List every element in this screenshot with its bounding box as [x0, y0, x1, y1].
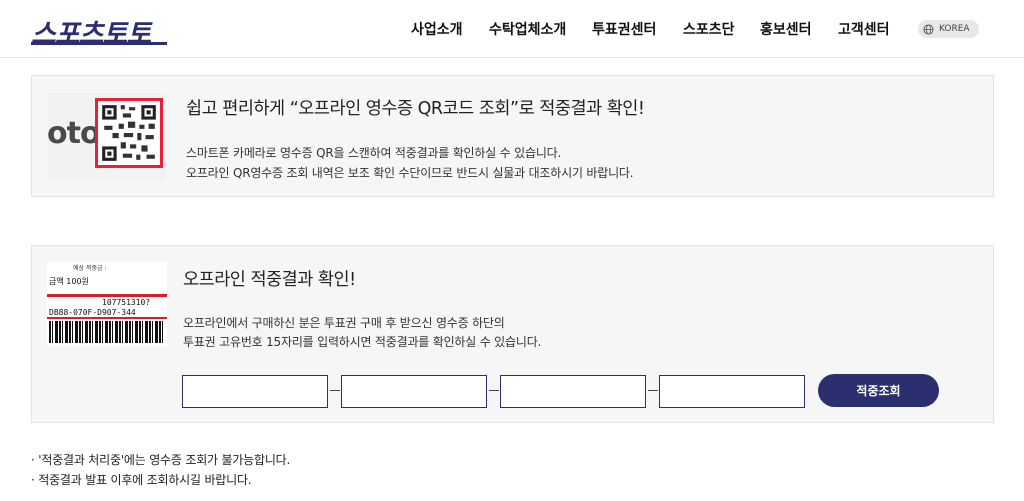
barcode-icon: [49, 321, 165, 343]
offline-check-card: 예상 적중금 : 금액 100원 107751310? DB88-070F-D9…: [31, 245, 994, 423]
site-header: 스포츠토토 사업소개 수탁업체소개 투표권센터 스포츠단 홍보센터 고객센터 K…: [0, 0, 1024, 58]
ticket-code-input-1[interactable]: [182, 375, 328, 408]
ticket-receipt-image: 예상 적중금 : 금액 100원 107751310? DB88-070F-D9…: [47, 262, 167, 346]
language-label: KOREA: [939, 24, 970, 34]
qr-card-desc-1: 스마트폰 카메라로 영수증 QR을 스캔하여 적중결과를 확인하실 수 있습니다…: [186, 146, 562, 160]
logo-underline: [31, 42, 167, 45]
ticket-amount-text: 금액 100원: [49, 277, 89, 286]
ticket-header-text: 예상 적중금 :: [73, 265, 107, 272]
check-result-button[interactable]: 적중조회: [818, 374, 939, 407]
nav-item-ticket-center[interactable]: 투표권센터: [592, 19, 656, 39]
input-separator-1: [330, 390, 340, 391]
ticket-red-bar: [47, 294, 167, 297]
nav-item-business[interactable]: 사업소개: [411, 19, 463, 39]
nav-item-customer-center[interactable]: 고객센터: [838, 19, 890, 39]
ticket-number-text: 107751310?: [102, 298, 151, 307]
qr-card-title: 쉽고 편리하게 “오프라인 영수증 QR코드 조회”로 적중결과 확인!: [186, 99, 645, 119]
qr-code-icon: [102, 105, 156, 161]
offline-card-desc-1: 오프라인에서 구매하신 분은 투표권 구매 후 받으신 영수증 하단의: [183, 316, 505, 330]
notice-line-2: · 적중결과 발표 이후에 조회하시길 바랍니다.: [31, 473, 252, 487]
nav-item-pr-center[interactable]: 홍보센터: [760, 19, 812, 39]
ticket-code-text: DB88-070F-D907-344: [49, 308, 136, 317]
qr-code-frame: [95, 98, 163, 168]
input-separator-3: [648, 390, 658, 391]
language-selector[interactable]: KOREA: [918, 20, 979, 38]
notice-line-1: · '적중결과 처리중'에는 영수증 조회가 불가능합니다.: [31, 453, 291, 467]
nav-item-sports-team[interactable]: 스포츠단: [683, 19, 735, 39]
offline-card-title: 오프라인 적중결과 확인!: [183, 270, 356, 290]
qr-receipt-image: oto: [47, 93, 165, 181]
qr-check-card: oto 쉽고 편리하게 “오프라인 영수증 QR코드 조회”로 적중결과 확인!…: [31, 75, 994, 197]
ticket-code-input-4[interactable]: [659, 375, 805, 408]
ticket-code-input-2[interactable]: [341, 375, 487, 408]
site-logo[interactable]: 스포츠토토: [31, 12, 151, 51]
input-separator-2: [489, 390, 499, 391]
offline-card-desc-2: 투표권 고유번호 15자리를 입력하시면 적중결과를 확인하실 수 있습니다.: [183, 335, 542, 349]
nav-item-contractor[interactable]: 수탁업체소개: [489, 19, 566, 39]
ticket-red-line: [47, 317, 167, 319]
ticket-code-input-3[interactable]: [500, 375, 646, 408]
qr-card-desc-2: 오프라인 QR영수증 조회 내역은 보조 확인 수단이므로 반드시 실물과 대조…: [186, 166, 634, 180]
qr-thumb-text: oto: [47, 116, 101, 151]
globe-icon: [923, 23, 934, 35]
